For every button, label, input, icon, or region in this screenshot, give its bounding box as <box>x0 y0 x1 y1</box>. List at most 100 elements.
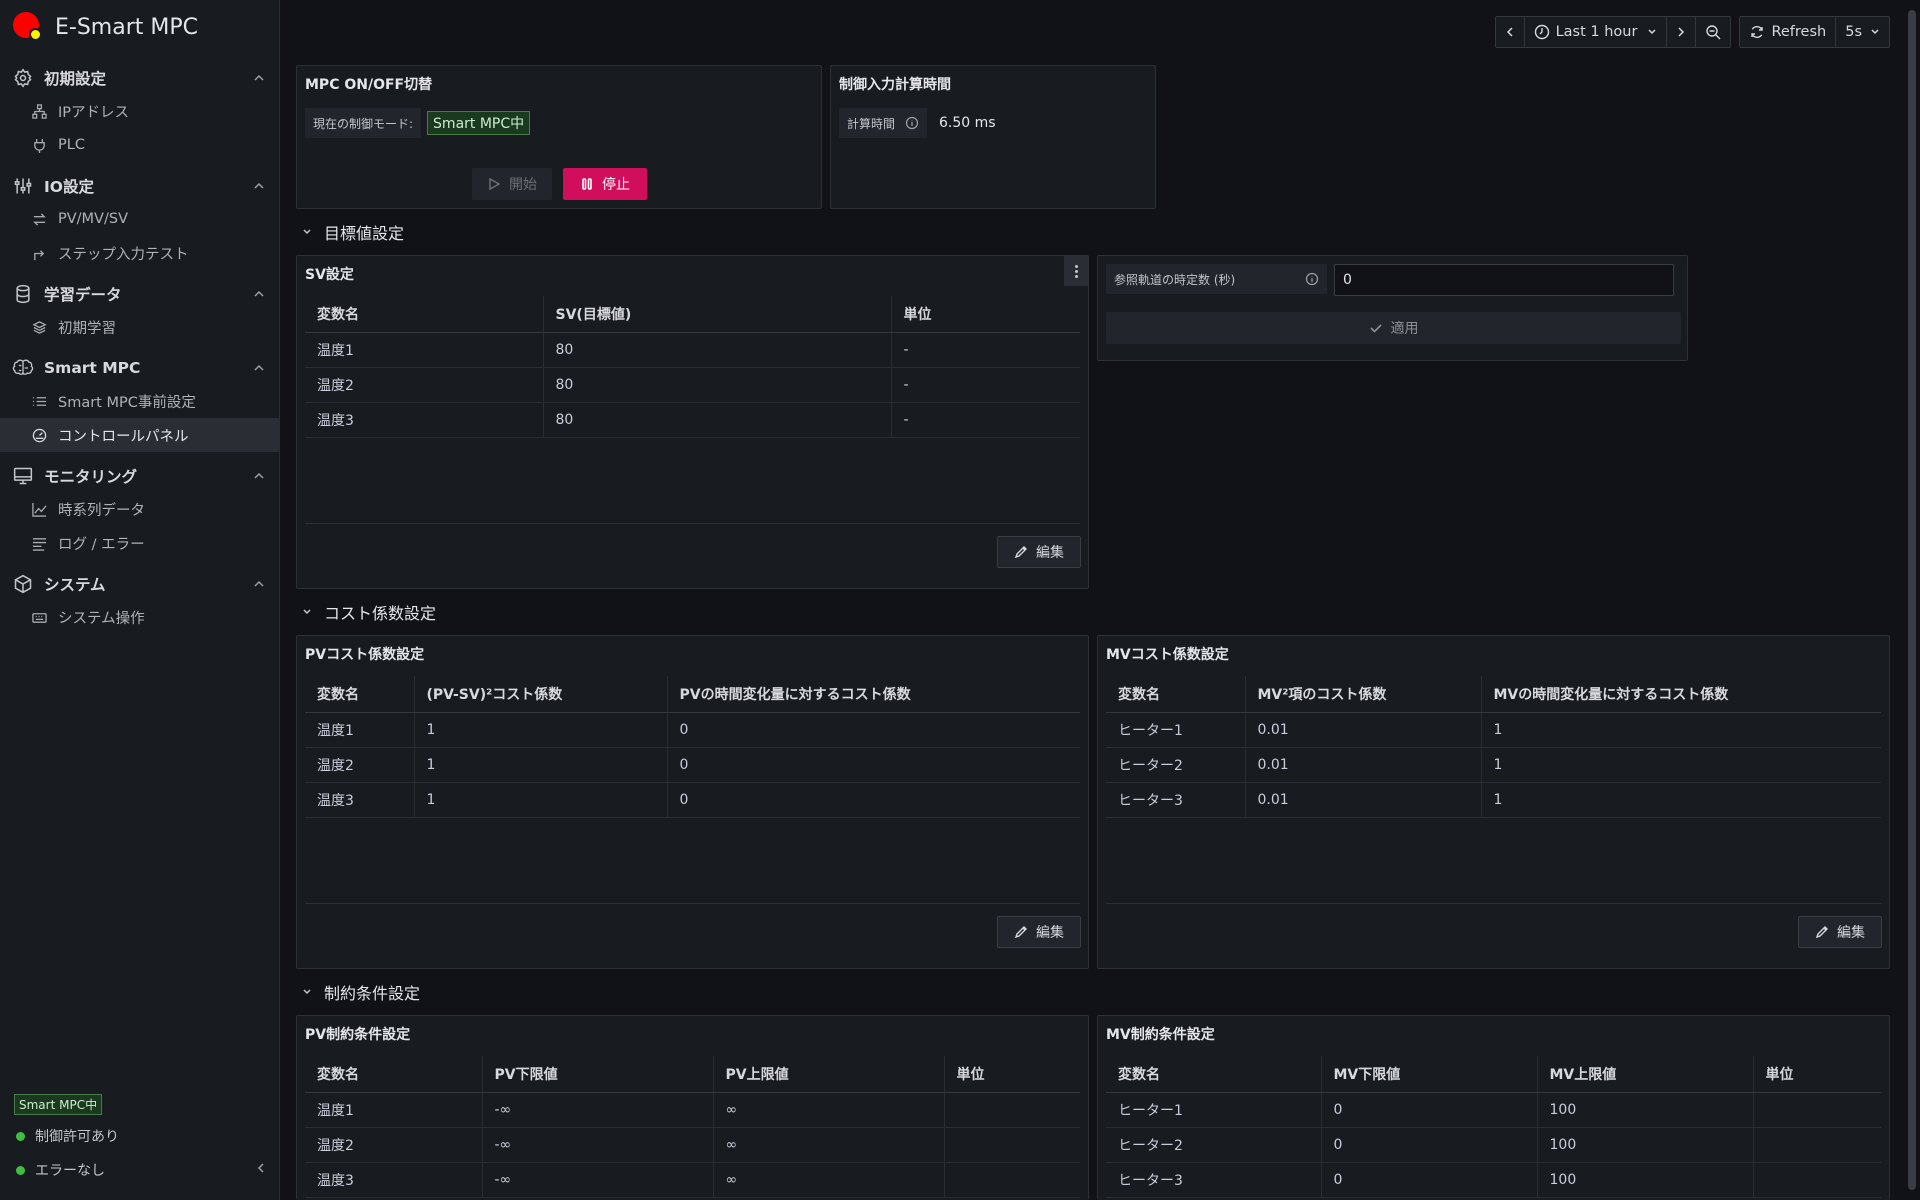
sidebar-item-timeseries-data[interactable]: 時系列データ <box>0 492 279 526</box>
chevron-up-icon[interactable] <box>253 72 265 84</box>
row-cost-settings[interactable]: コスト係数設定 <box>302 600 436 624</box>
ref-trajectory-input[interactable]: 0 <box>1334 264 1674 296</box>
table-row: 温度2 80- <box>305 367 1080 403</box>
panel-title: 制御入力計算時間 <box>839 77 951 93</box>
time-forward-button[interactable] <box>1667 17 1697 47</box>
column-header[interactable]: 単位 <box>943 1056 1080 1093</box>
footer-divider <box>305 523 1080 524</box>
table-cell: 80 <box>542 402 891 438</box>
sidebar-item-control-panel[interactable]: コントロールパネル <box>0 418 279 452</box>
table-cell: 温度2 <box>305 1127 482 1163</box>
keyboard-icon <box>32 609 48 625</box>
table-cell: ヒーター2 <box>1106 1127 1321 1163</box>
column-header[interactable]: 変数名 <box>305 296 543 333</box>
sidebar-item-pv-mv-sv[interactable]: PV/MV/SV <box>0 202 279 236</box>
sidebar-item-smart-mpc-presetting[interactable]: Smart MPC事前設定 <box>0 384 279 418</box>
refresh-interval-select[interactable]: 5s <box>1836 17 1889 47</box>
sidebar-section-initial-settings[interactable]: 初期設定 <box>0 62 279 94</box>
refresh-button[interactable]: Refresh <box>1740 17 1837 47</box>
info-icon[interactable] <box>1305 272 1319 286</box>
column-header[interactable]: 単位 <box>890 296 1080 333</box>
sidebar-section-learning-data[interactable]: 学習データ <box>0 278 279 310</box>
column-header[interactable]: 変数名 <box>1106 1056 1321 1093</box>
column-header[interactable]: MVの時間変化量に対するコスト係数 <box>1480 676 1881 713</box>
column-header[interactable]: 変数名 <box>305 1056 482 1093</box>
stop-button[interactable]: 停止 <box>563 168 647 200</box>
scrollbar-thumb[interactable] <box>1908 10 1916 1190</box>
chevron-up-icon[interactable] <box>253 362 265 374</box>
row-constraint-settings[interactable]: 制約条件設定 <box>302 980 420 1004</box>
layers-icon <box>32 319 48 335</box>
table-row: ヒーター1 0 100 <box>1106 1092 1881 1128</box>
collapse-sidebar-icon[interactable] <box>256 1162 266 1178</box>
column-header[interactable]: MV下限値 <box>1320 1056 1537 1093</box>
mode-label: 現在の制御モード: <box>305 108 422 138</box>
table-cell: 0 <box>666 747 1080 783</box>
table-cell: ヒーター1 <box>1106 1092 1321 1128</box>
column-header[interactable]: 単位 <box>1752 1056 1881 1093</box>
column-header[interactable]: MV上限値 <box>1536 1056 1753 1093</box>
table-cell: - <box>890 402 1080 438</box>
sidebar-section-smart-mpc[interactable]: Smart MPC <box>0 352 279 384</box>
table-header-row: 変数名 SV(目標値) 単位 <box>305 296 1080 333</box>
brand[interactable]: E-Smart MPC <box>0 0 279 54</box>
table-cell <box>943 1127 1080 1163</box>
column-header[interactable]: PVの時間変化量に対するコスト係数 <box>666 676 1080 713</box>
table-cell: ヒーター1 <box>1106 712 1245 748</box>
mpc-switch-panel: MPC ON/OFF切替 現在の制御モード: Smart MPC中 開始 停止 <box>296 65 822 209</box>
app-title: E-Smart MPC <box>55 14 198 40</box>
sidebar-item-log-error[interactable]: ログ / エラー <box>0 526 279 560</box>
sv-edit-button[interactable]: 編集 <box>997 536 1081 568</box>
sidebar-item-step-input-test[interactable]: ステップ入力テスト <box>0 236 279 270</box>
table-cell: ∞ <box>712 1162 944 1198</box>
column-header[interactable]: (PV-SV)²コスト係数 <box>413 676 667 713</box>
page-scrollbar[interactable] <box>1908 0 1916 1200</box>
sidebar-section-system[interactable]: システム <box>0 568 279 600</box>
refresh-icon <box>1751 25 1764 39</box>
table-cell: 0.01 <box>1244 782 1481 818</box>
table-cell: 100 <box>1536 1127 1753 1163</box>
time-back-button[interactable] <box>1496 17 1525 47</box>
time-range-picker[interactable]: Last 1 hour <box>1525 17 1668 47</box>
calc-time-label: 計算時間 <box>839 108 928 138</box>
table-cell: 温度1 <box>305 1092 482 1128</box>
info-icon[interactable] <box>905 116 919 130</box>
dashboard-icon <box>32 427 48 443</box>
monitor-icon <box>12 465 34 487</box>
pv-constraint-panel: PV制約条件設定 変数名 PV下限値 PV上限値 単位 温度1 -∞ ∞ 温度2 -∞… <box>296 1015 1089 1200</box>
column-header[interactable]: PV上限値 <box>712 1056 944 1093</box>
mv-constraint-panel: MV制約条件設定 変数名 MV下限値 MV上限値 単位 ヒーター1 0 100 ヒー… <box>1097 1015 1890 1200</box>
chevron-up-icon[interactable] <box>253 288 265 300</box>
chevron-up-icon[interactable] <box>253 578 265 590</box>
table-cell: 温度2 <box>305 367 543 403</box>
panel-menu-icon[interactable] <box>1064 256 1088 286</box>
chevron-up-icon[interactable] <box>253 470 265 482</box>
logo-icon <box>13 12 43 42</box>
row-target-settings[interactable]: 目標値設定 <box>302 220 404 244</box>
column-header[interactable]: 変数名 <box>1106 676 1245 713</box>
sidebar-item-ip-address[interactable]: IPアドレス <box>0 94 279 128</box>
mode-row: 現在の制御モード: Smart MPC中 <box>305 108 531 138</box>
chevron-up-icon[interactable] <box>253 180 265 192</box>
pv-cost-edit-button[interactable]: 編集 <box>997 916 1081 948</box>
sidebar-item-system-operation[interactable]: システム操作 <box>0 600 279 634</box>
zoom-out-button[interactable] <box>1696 17 1730 47</box>
mv-cost-edit-button[interactable]: 編集 <box>1798 916 1882 948</box>
column-header[interactable]: 変数名 <box>305 676 414 713</box>
column-header[interactable]: PV下限値 <box>481 1056 713 1093</box>
chevron-down-icon <box>1648 29 1656 35</box>
apply-button[interactable]: 適用 <box>1106 312 1681 344</box>
column-header[interactable]: MV²項のコスト係数 <box>1244 676 1481 713</box>
sidebar-section-monitoring[interactable]: モニタリング <box>0 460 279 492</box>
table-cell: 温度3 <box>305 402 543 438</box>
sidebar-item-initial-learning[interactable]: 初期学習 <box>0 310 279 344</box>
start-button[interactable]: 開始 <box>472 168 552 200</box>
sidebar-item-plc[interactable]: PLC <box>0 128 279 162</box>
time-toolbar: Last 1 hour Refresh 5s <box>1494 16 1890 48</box>
table-cell: ヒーター2 <box>1106 747 1245 783</box>
sidebar-section-io-settings[interactable]: IO設定 <box>0 170 279 202</box>
table-row: 温度1 80- <box>305 332 1080 368</box>
table-cell <box>943 1162 1080 1198</box>
pencil-icon <box>1815 926 1828 939</box>
column-header[interactable]: SV(目標値) <box>542 296 891 333</box>
